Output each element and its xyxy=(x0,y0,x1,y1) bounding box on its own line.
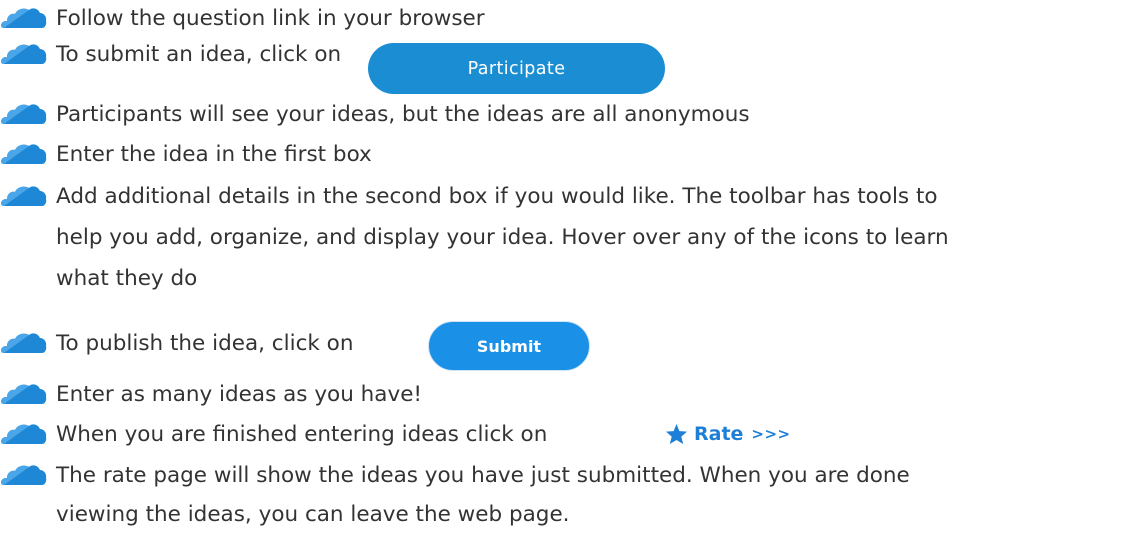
participate-button[interactable]: Participate xyxy=(368,43,665,94)
instruction-text: When you are finished entering ideas cli… xyxy=(56,421,548,447)
cloud-icon xyxy=(0,178,50,214)
cloud-icon xyxy=(0,0,50,36)
instruction-text: Participants will see your ideas, but th… xyxy=(56,101,750,127)
instruction-text: To publish the idea, click on xyxy=(56,330,354,356)
rate-link[interactable]: Rate >>> xyxy=(665,416,791,452)
instruction-text: Enter as many ideas as you have! xyxy=(56,381,423,407)
rate-label: Rate xyxy=(694,423,744,445)
instruction-text: To submit an idea, click on xyxy=(56,41,342,67)
cloud-icon xyxy=(0,96,50,132)
submit-button[interactable]: Submit xyxy=(428,321,590,371)
instruction-text: Add additional details in the second box… xyxy=(56,183,938,209)
instruction-text: Enter the idea in the first box xyxy=(56,141,372,167)
cloud-icon xyxy=(0,325,50,361)
cloud-icon xyxy=(0,136,50,172)
rate-suffix: >>> xyxy=(751,425,791,443)
instruction-text: what they do xyxy=(56,265,198,291)
cloud-icon xyxy=(0,376,50,412)
instruction-text: help you add, organize, and display your… xyxy=(56,224,949,250)
cloud-icon xyxy=(0,457,50,493)
instruction-text: The rate page will show the ideas you ha… xyxy=(56,462,910,488)
instruction-text: viewing the ideas, you can leave the web… xyxy=(56,501,570,527)
star-icon xyxy=(665,423,688,445)
cloud-icon xyxy=(0,36,50,72)
instruction-text: Follow the question link in your browser xyxy=(56,5,485,31)
cloud-icon xyxy=(0,416,50,452)
